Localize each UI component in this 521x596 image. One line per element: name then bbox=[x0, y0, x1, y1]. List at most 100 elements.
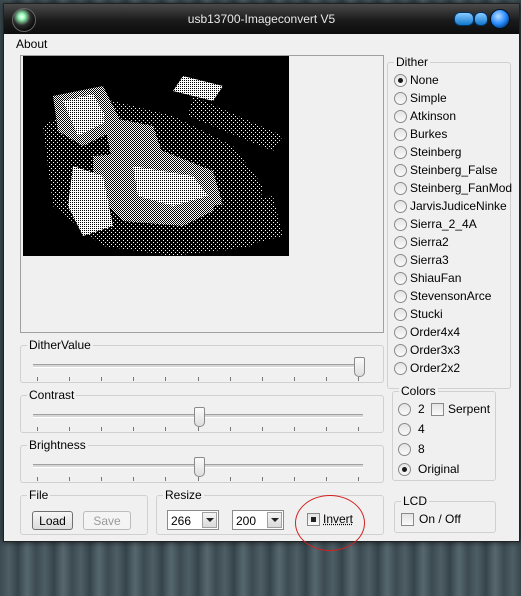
dither-option-label: Order2x2 bbox=[410, 361, 461, 375]
contrast-label: Contrast bbox=[27, 388, 77, 402]
dither-option-label: Sierra_2_4A bbox=[410, 217, 477, 231]
dither-option-label: Steinberg_False bbox=[410, 163, 498, 177]
dither-option-radio[interactable] bbox=[394, 290, 407, 303]
brightness-label: Brightness bbox=[27, 438, 88, 452]
contrast-group: Contrast bbox=[20, 388, 384, 433]
slider-tick bbox=[133, 377, 135, 381]
color-4-label: 4 bbox=[418, 422, 425, 436]
slider-tick bbox=[325, 377, 327, 381]
slider-tick bbox=[133, 477, 135, 481]
app-window: usb13700-Imageconvert V5 About Dither No… bbox=[3, 3, 520, 542]
dither-option-radio[interactable] bbox=[394, 164, 407, 177]
dither-option-radio[interactable] bbox=[394, 218, 407, 231]
dither-option-radio[interactable] bbox=[394, 272, 407, 285]
color-8-radio[interactable] bbox=[398, 443, 411, 456]
color-4-radio[interactable] bbox=[398, 423, 411, 436]
dither-option-label: JarvisJudiceNinke bbox=[410, 199, 507, 213]
dither-option-label: Atkinson bbox=[410, 109, 457, 123]
dither-option-radio[interactable] bbox=[394, 128, 407, 141]
color-8-label: 8 bbox=[418, 442, 425, 456]
maximize-button[interactable] bbox=[474, 12, 488, 26]
contrast-thumb[interactable] bbox=[193, 407, 205, 427]
dither-option-radio[interactable] bbox=[394, 308, 407, 321]
dither-option-radio[interactable] bbox=[394, 362, 407, 375]
slider-tick bbox=[69, 427, 71, 431]
load-button[interactable]: Load bbox=[32, 511, 73, 530]
chevron-down-icon[interactable] bbox=[202, 512, 217, 528]
serpent-checkbox[interactable] bbox=[431, 403, 444, 416]
slider-tick bbox=[165, 377, 167, 381]
dither-value-track[interactable] bbox=[33, 364, 363, 368]
slider-tick bbox=[37, 427, 38, 431]
slider-tick bbox=[325, 477, 327, 481]
slider-tick bbox=[37, 377, 38, 381]
title-bar[interactable]: usb13700-Imageconvert V5 bbox=[4, 4, 519, 34]
slider-tick bbox=[197, 477, 199, 481]
slider-tick bbox=[101, 377, 103, 381]
file-legend: File bbox=[27, 488, 51, 502]
dither-option-radio[interactable] bbox=[394, 344, 407, 357]
image-preview bbox=[23, 56, 289, 256]
slider-tick bbox=[229, 477, 231, 481]
dither-option-label: Sierra2 bbox=[410, 235, 449, 249]
dither-option-label: Steinberg_FanMod bbox=[410, 181, 513, 195]
lcd-group: LCD On / Off bbox=[394, 494, 496, 533]
slider-tick bbox=[165, 427, 167, 431]
slider-tick bbox=[197, 377, 199, 381]
dither-option-label: Burkes bbox=[410, 127, 448, 141]
dither-option-radio[interactable] bbox=[394, 92, 407, 105]
color-original-label: Original bbox=[418, 462, 460, 476]
slider-tick bbox=[69, 477, 71, 481]
dither-value-label: DitherValue bbox=[27, 338, 93, 352]
client-area: Dither None Simple Atkinson Burkes Steinberg… bbox=[4, 53, 519, 541]
save-button[interactable]: Save bbox=[83, 511, 131, 530]
slider-tick bbox=[261, 427, 263, 431]
slider-tick bbox=[293, 427, 295, 431]
resize-height-value: 200 bbox=[236, 514, 257, 528]
dither-option-radio[interactable] bbox=[394, 110, 407, 123]
dither-option-label: None bbox=[410, 73, 439, 87]
color-original-radio[interactable] bbox=[398, 463, 411, 476]
minimize-button[interactable] bbox=[454, 12, 474, 26]
resize-width-select[interactable]: 266 bbox=[167, 510, 219, 530]
slider-tick bbox=[358, 377, 359, 381]
dither-option-radio[interactable] bbox=[394, 236, 407, 249]
serpent-label: Serpent bbox=[448, 402, 491, 416]
colors-legend: Colors bbox=[399, 384, 438, 398]
slider-tick bbox=[165, 477, 167, 481]
lcd-onoff-checkbox[interactable] bbox=[401, 513, 414, 526]
dither-group: Dither None Simple Atkinson Burkes Steinberg… bbox=[387, 55, 513, 389]
slider-tick bbox=[325, 427, 327, 431]
dither-option-label: ShiauFan bbox=[410, 271, 462, 285]
dither-option-radio[interactable] bbox=[394, 146, 407, 159]
dither-option-label: Order3x3 bbox=[410, 343, 461, 357]
slider-tick bbox=[37, 477, 38, 481]
dither-value-thumb[interactable] bbox=[354, 357, 365, 377]
slider-tick bbox=[358, 477, 359, 481]
slider-tick bbox=[358, 427, 359, 431]
menu-bar: About bbox=[4, 34, 519, 53]
file-group: File Load Save bbox=[20, 488, 148, 535]
brightness-group: Brightness bbox=[20, 438, 384, 483]
close-button[interactable] bbox=[490, 9, 510, 29]
image-preview-panel bbox=[20, 55, 384, 333]
dither-option-label: Order4x4 bbox=[410, 325, 461, 339]
dither-option-radio[interactable] bbox=[394, 326, 407, 339]
dither-option-radio[interactable] bbox=[394, 74, 407, 87]
menu-about[interactable]: About bbox=[16, 37, 47, 51]
dither-option-label: StevensonArce bbox=[410, 289, 492, 303]
annotation-circle bbox=[295, 495, 365, 551]
resize-height-select[interactable]: 200 bbox=[232, 510, 284, 530]
dither-option-radio[interactable] bbox=[394, 254, 407, 267]
slider-tick bbox=[293, 377, 295, 381]
slider-tick bbox=[261, 377, 263, 381]
slider-tick bbox=[69, 377, 71, 381]
brightness-thumb[interactable] bbox=[193, 457, 205, 477]
colors-group: Colors 2 Serpent 4 8 Original bbox=[392, 384, 496, 481]
dither-option-radio[interactable] bbox=[394, 182, 407, 195]
color-2-radio[interactable] bbox=[398, 403, 411, 416]
slider-tick bbox=[197, 427, 199, 431]
dither-option-label: Sierra3 bbox=[410, 253, 449, 267]
dither-option-radio[interactable] bbox=[394, 200, 407, 213]
chevron-down-icon[interactable] bbox=[267, 512, 282, 528]
